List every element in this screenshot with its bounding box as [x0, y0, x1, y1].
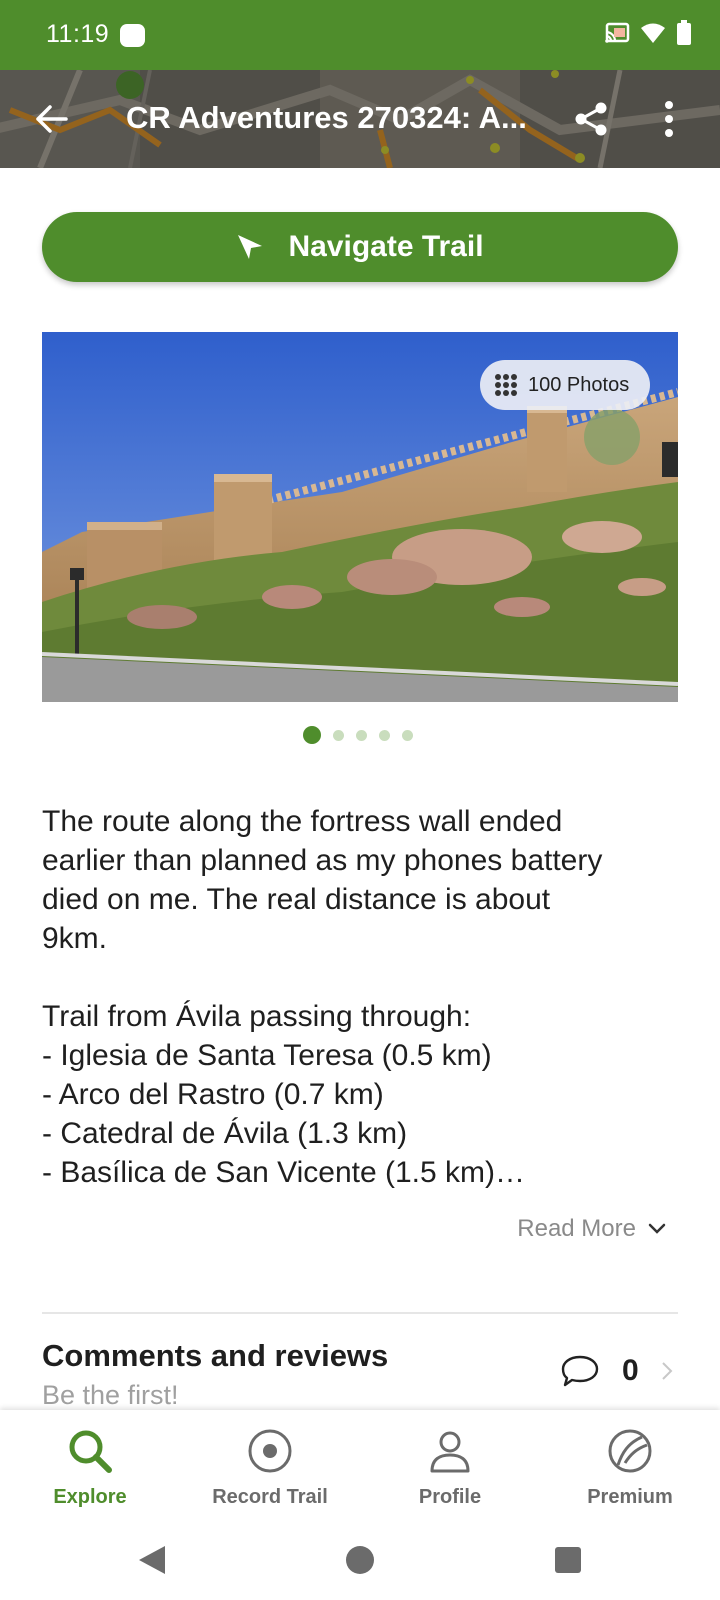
- description-line: - Basílica de San Vicente (1.5 km)…: [42, 1156, 525, 1189]
- more-options-button[interactable]: [644, 94, 694, 144]
- read-more-button[interactable]: Read More: [517, 1215, 666, 1243]
- share-icon: [575, 102, 607, 136]
- wifi-icon: [641, 23, 665, 43]
- more-vert-icon: [665, 101, 673, 137]
- navigation-arrow-icon: [238, 235, 263, 259]
- pager-dot[interactable]: [356, 730, 367, 741]
- photos-count-label: 100 Photos: [528, 373, 630, 396]
- nav-label: Explore: [53, 1486, 127, 1508]
- profile-icon: [425, 1426, 475, 1476]
- notification-icon: [120, 24, 145, 47]
- trail-photo[interactable]: 100 Photos: [42, 332, 678, 702]
- description-line: The route along the fortress wall ended: [42, 805, 563, 838]
- pager-dot-active[interactable]: [303, 726, 321, 744]
- navigate-trail-label: Navigate Trail: [288, 230, 484, 263]
- system-back-button[interactable]: [132, 1540, 172, 1580]
- circle-home-icon: [346, 1546, 374, 1574]
- square-recents-icon: [555, 1547, 581, 1573]
- screen: 11:19 CR Adventures 270324: A... Navigat…: [0, 0, 720, 1600]
- read-more-label: Read More: [517, 1215, 636, 1242]
- system-navigation-bar: [0, 1520, 720, 1600]
- premium-icon: [605, 1426, 655, 1476]
- description-line: Trail from Ávila passing through:: [42, 1000, 472, 1033]
- description-line: - Arco del Rastro (0.7 km): [42, 1078, 384, 1111]
- back-button[interactable]: [26, 94, 76, 144]
- triangle-back-icon: [139, 1546, 165, 1574]
- nav-explore[interactable]: Explore: [0, 1410, 180, 1520]
- description-line: died on me. The real distance is about: [42, 883, 551, 916]
- comments-subtitle: Be the first!: [42, 1380, 179, 1410]
- search-icon: [65, 1426, 115, 1476]
- photo-pager: [0, 726, 718, 744]
- battery-icon: [677, 20, 691, 45]
- section-divider: [42, 1312, 678, 1314]
- page-title: CR Adventures 270324: A...: [126, 100, 527, 135]
- nav-profile[interactable]: Profile: [360, 1410, 540, 1520]
- comments-button[interactable]: 0: [560, 1354, 673, 1388]
- comment-bubble-icon: [561, 1355, 599, 1387]
- navigate-trail-button[interactable]: Navigate Trail: [42, 212, 678, 282]
- pager-dot[interactable]: [402, 730, 413, 741]
- pager-dot[interactable]: [333, 730, 344, 741]
- nav-label: Record Trail: [212, 1486, 328, 1508]
- system-recents-button[interactable]: [548, 1540, 588, 1580]
- status-icons: [604, 20, 692, 46]
- chevron-down-icon: [648, 1223, 666, 1234]
- status-bar: 11:19: [0, 0, 720, 70]
- cast-icon: [605, 22, 630, 43]
- nav-record-trail[interactable]: Record Trail: [180, 1410, 360, 1520]
- grid-icon: [495, 374, 517, 396]
- photos-count-badge[interactable]: 100 Photos: [480, 360, 650, 410]
- trail-description: The route along the fortress wall ended …: [42, 802, 682, 1192]
- chevron-right-icon: [661, 1362, 673, 1380]
- app-bar: CR Adventures 270324: A...: [0, 70, 720, 168]
- share-button[interactable]: [566, 94, 616, 144]
- description-line: earlier than planned as my phones batter…: [42, 844, 603, 877]
- status-time: 11:19: [46, 20, 110, 48]
- nav-label: Premium: [587, 1486, 673, 1508]
- back-arrow-icon: [36, 105, 68, 133]
- nav-label: Profile: [418, 1486, 482, 1508]
- description-line: 9km.: [42, 922, 108, 955]
- description-line: - Catedral de Ávila (1.3 km): [42, 1117, 408, 1150]
- record-icon: [245, 1426, 295, 1476]
- system-home-button[interactable]: [340, 1540, 380, 1580]
- bottom-navigation: Explore Record Trail Profile Premium: [0, 1410, 720, 1520]
- comments-title: Comments and reviews: [42, 1338, 389, 1373]
- comments-count: 0: [622, 1354, 639, 1387]
- pager-dot[interactable]: [379, 730, 390, 741]
- nav-premium[interactable]: Premium: [540, 1410, 720, 1520]
- description-line: - Iglesia de Santa Teresa (0.5 km): [42, 1039, 492, 1072]
